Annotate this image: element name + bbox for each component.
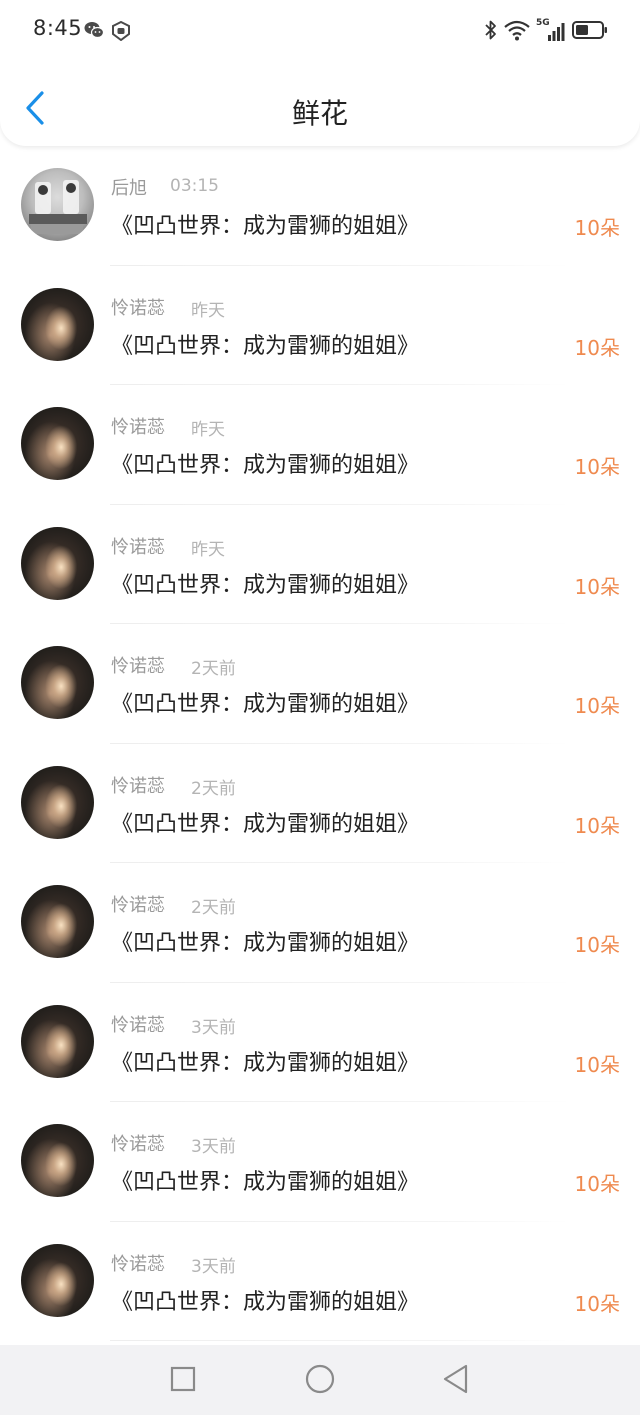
timestamp: 昨天: [191, 300, 225, 321]
user-name[interactable]: 怜诺蕊: [111, 1130, 165, 1156]
list-item[interactable]: 怜诺蕊 2天前《凹凸世界：成为雷狮的姐姐》 10朵: [0, 624, 640, 744]
timestamp: 03:15: [170, 176, 219, 196]
user-name[interactable]: 怜诺蕊: [111, 1011, 165, 1037]
list-item[interactable]: 怜诺蕊 昨天《凹凸世界：成为雷狮的姐姐》 10朵: [0, 266, 640, 386]
status-time: 8:45: [33, 16, 83, 40]
book-title: 《凹凸世界：成为雷狮的姐姐》: [111, 333, 420, 359]
user-name[interactable]: 怜诺蕊: [111, 294, 165, 320]
user-name[interactable]: 后旭: [111, 174, 147, 200]
book-title: 《凹凸世界：成为雷狮的姐姐》: [111, 692, 420, 717]
list-item[interactable]: 怜诺蕊 3天前《凹凸世界：成为雷狮的姐姐》 10朵: [0, 983, 640, 1103]
avatar[interactable]: [21, 1124, 94, 1197]
list-item[interactable]: 怜诺蕊 3天前《凹凸世界：成为雷狮的姐姐》 10朵: [0, 1102, 640, 1222]
book-title: 《凹凸世界：成为雷狮的姐姐》: [111, 1289, 420, 1315]
status-notification-icons: [84, 20, 131, 45]
timestamp: 昨天: [191, 420, 225, 440]
flower-count: 10朵: [574, 1291, 620, 1316]
header: 鲜花: [0, 72, 640, 146]
flower-list: 后旭 03:15 《凹凸世界：成为雷狮的姐姐》 10朵 怜诺蕊 昨天 《凹凸世界：成为雷狮的…: [0, 146, 640, 1345]
battery-icon: [572, 19, 608, 45]
navigation-bar: [0, 1345, 640, 1415]
user-name[interactable]: 怜诺蕊: [111, 1250, 165, 1276]
signal-5g-icon: 5G: [536, 18, 566, 44]
list-item[interactable]: 怜诺蕊 昨天《凹凸世界：成为雷狮的姐姐》 10朵: [0, 505, 640, 625]
page-title: 鲜花: [291, 97, 348, 130]
avatar[interactable]: [21, 407, 94, 480]
avatar[interactable]: [21, 526, 94, 600]
avatar[interactable]: [21, 287, 94, 361]
timestamp: 2天前: [191, 778, 236, 799]
flower-count: 10朵: [574, 694, 620, 718]
screen: 8:45 5G 鲜花 后旭 03:15 《凹凸世界：成为雷狮的姐姐》 10朵 怜…: [0, 0, 640, 1415]
avatar[interactable]: [21, 646, 94, 719]
avatar[interactable]: [21, 1243, 94, 1317]
flower-count: 10朵: [574, 574, 620, 599]
list-item[interactable]: 怜诺蕊 3天前《凹凸世界：成为雷狮的姐姐》 10朵: [0, 1222, 640, 1342]
system-back-button[interactable]: [440, 1363, 472, 1399]
flower-count: 10朵: [574, 216, 620, 240]
list-item[interactable]: 怜诺蕊 2天前《凹凸世界：成为雷狮的姐姐》 10朵: [0, 863, 640, 983]
flower-count: 10朵: [574, 1172, 620, 1196]
timestamp: 3天前: [191, 1256, 236, 1277]
list-item[interactable]: 怜诺蕊 2天前《凹凸世界：成为雷狮的姐姐》 10朵: [0, 744, 640, 864]
book-title: 《凹凸世界：成为雷狮的姐姐》: [111, 1050, 420, 1076]
timestamp: 2天前: [191, 898, 236, 918]
top-bar: 8:45 5G 鲜花: [0, 0, 640, 146]
book-title: 《凹凸世界：成为雷狮的姐姐》: [111, 811, 420, 837]
avatar[interactable]: [21, 168, 94, 241]
list-item[interactable]: 后旭 03:15 《凹凸世界：成为雷狮的姐姐》 10朵: [0, 146, 640, 266]
flower-count: 10朵: [574, 455, 620, 479]
flower-count: 10朵: [574, 813, 620, 838]
user-name[interactable]: 怜诺蕊: [111, 772, 165, 798]
timestamp: 昨天: [191, 539, 225, 560]
book-title: 《凹凸世界：成为雷狮的姐姐》: [111, 572, 420, 598]
avatar[interactable]: [21, 765, 94, 839]
home-icon: [304, 1363, 336, 1399]
back-icon: [441, 1363, 471, 1399]
user-name[interactable]: 怜诺蕊: [111, 533, 165, 559]
book-title: 《凹凸世界：成为雷狮的姐姐》: [111, 214, 420, 239]
status-bar: 8:45 5G: [0, 0, 640, 64]
timestamp: 3天前: [191, 1137, 236, 1157]
user-name[interactable]: 怜诺蕊: [111, 652, 165, 678]
recent-apps-icon: [169, 1365, 197, 1397]
book-title: 《凹凸世界：成为雷狮的姐姐》: [111, 931, 420, 956]
book-title: 《凹凸世界：成为雷狮的姐姐》: [111, 453, 420, 478]
book-title: 《凹凸世界：成为雷狮的姐姐》: [111, 1170, 420, 1195]
flower-count: 10朵: [574, 335, 620, 360]
user-name[interactable]: 怜诺蕊: [111, 891, 165, 917]
avatar[interactable]: [21, 885, 94, 958]
flower-count: 10朵: [574, 1052, 620, 1077]
status-system-icons: 5G: [484, 18, 608, 45]
home-button[interactable]: [304, 1363, 336, 1399]
avatar[interactable]: [21, 1004, 94, 1078]
shield-app-icon: [111, 20, 131, 45]
timestamp: 2天前: [191, 659, 236, 679]
wechat-icon: [84, 21, 105, 45]
recent-apps-button[interactable]: [167, 1365, 199, 1397]
bluetooth-icon: [484, 19, 498, 45]
user-name[interactable]: 怜诺蕊: [111, 413, 165, 439]
wifi-icon: [504, 19, 530, 45]
flower-count: 10朵: [574, 933, 620, 957]
list-item[interactable]: 怜诺蕊 昨天《凹凸世界：成为雷狮的姐姐》 10朵: [0, 385, 640, 505]
timestamp: 3天前: [191, 1017, 236, 1038]
